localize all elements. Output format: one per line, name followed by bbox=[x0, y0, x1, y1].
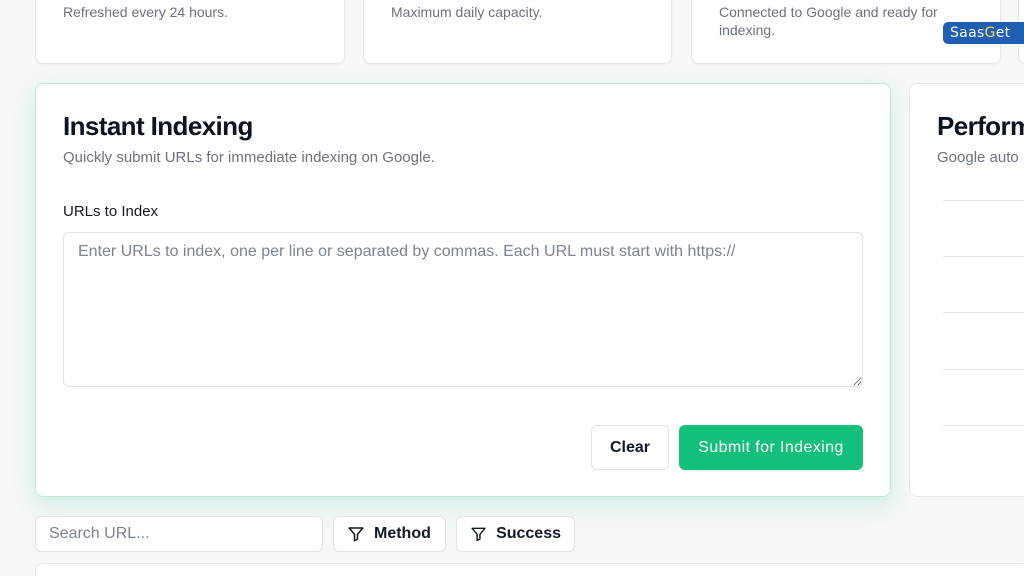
metric-divider bbox=[943, 256, 1024, 257]
metric-divider bbox=[943, 200, 1024, 201]
stat-card-description: Refreshed every 24 hours. bbox=[63, 4, 228, 20]
performance-panel: Perform Google auto bbox=[909, 83, 1024, 497]
instant-indexing-panel: Instant Indexing Quickly submit URLs for… bbox=[35, 83, 891, 497]
panel-subtitle: Quickly submit URLs for immediate indexi… bbox=[63, 149, 435, 166]
urls-input[interactable] bbox=[63, 232, 863, 387]
dashboard: Refreshed every 24 hours. Maximum daily … bbox=[0, 0, 1024, 576]
performance-subtitle: Google auto bbox=[937, 149, 1019, 166]
saasget-watermark-logo: SaasGet bbox=[943, 22, 1024, 44]
success-filter-label: Success bbox=[496, 525, 561, 542]
stat-card-description: Maximum daily capacity. bbox=[391, 4, 543, 20]
stat-card-refresh: Refreshed every 24 hours. bbox=[35, 0, 345, 64]
panel-actions: Clear Submit for Indexing bbox=[591, 425, 863, 470]
stat-card-description: Connected to Google and ready for indexi… bbox=[719, 4, 938, 38]
search-url-input[interactable] bbox=[35, 516, 323, 552]
panel-title: Instant Indexing bbox=[63, 111, 253, 141]
filter-icon bbox=[471, 527, 486, 542]
stat-card-capacity: Maximum daily capacity. bbox=[363, 0, 672, 64]
results-table bbox=[35, 563, 1024, 576]
metric-divider bbox=[943, 369, 1024, 370]
method-filter-button[interactable]: Method bbox=[333, 516, 446, 552]
success-filter-button[interactable]: Success bbox=[456, 516, 575, 552]
submit-for-indexing-button[interactable]: Submit for Indexing bbox=[679, 425, 863, 470]
clear-button[interactable]: Clear bbox=[591, 425, 669, 470]
performance-title: Perform bbox=[937, 111, 1024, 141]
metric-divider bbox=[943, 312, 1024, 313]
metric-divider bbox=[943, 425, 1024, 426]
method-filter-label: Method bbox=[374, 525, 431, 542]
urls-field-label: URLs to Index bbox=[63, 203, 159, 220]
filter-icon bbox=[348, 527, 364, 542]
